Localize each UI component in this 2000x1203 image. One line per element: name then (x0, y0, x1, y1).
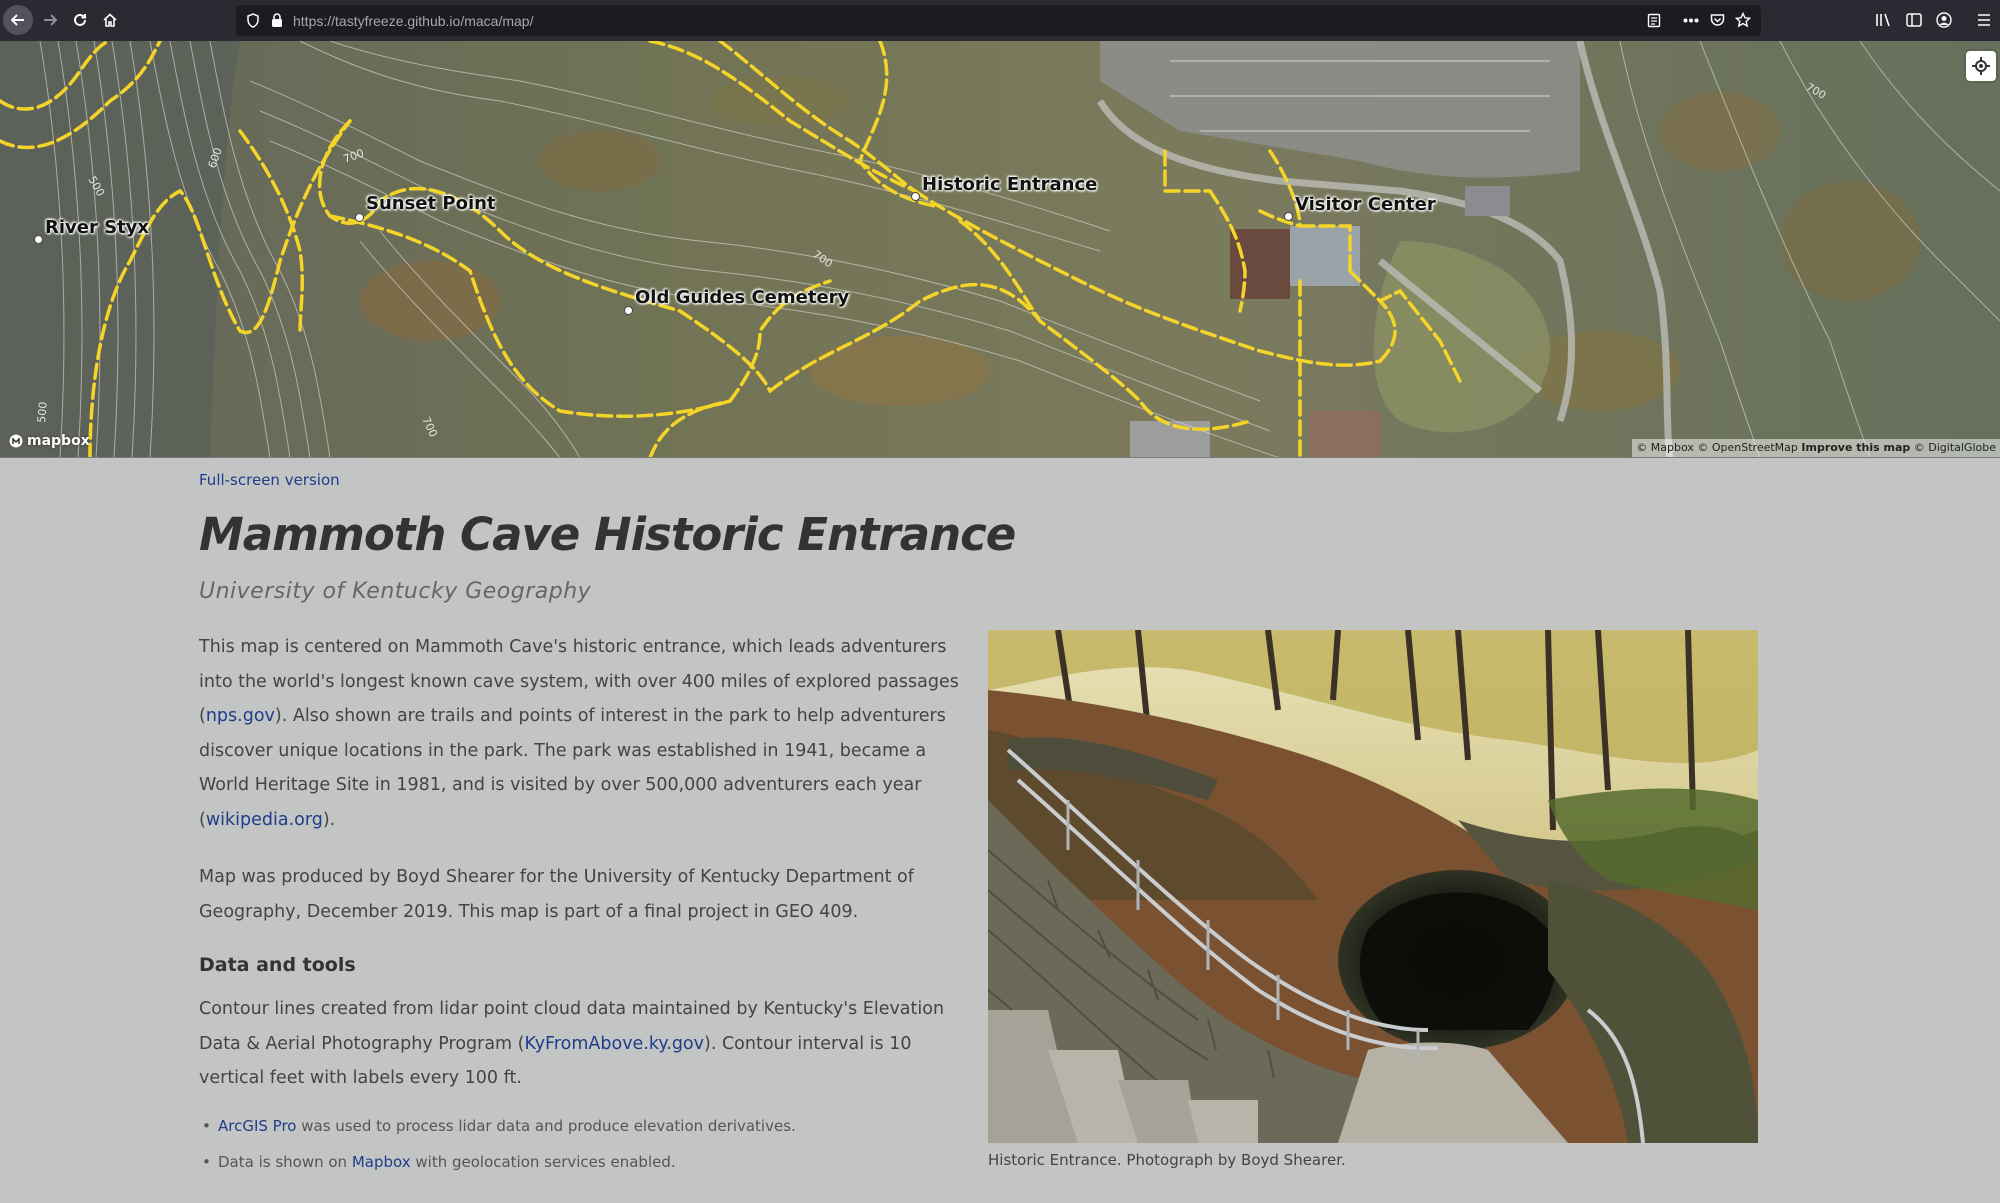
data-tools-heading: Data and tools (199, 954, 356, 976)
mapbox-logo[interactable]: mapbox (8, 433, 90, 449)
attribution-globe-link[interactable]: © DigitalGlobe (1914, 441, 1996, 454)
url-host: https://tastyfreeze.github.io (293, 13, 461, 29)
lock-icon (272, 13, 282, 27)
intro-text: ). (322, 809, 336, 830)
map-view[interactable]: 600 500 700 700 500 700 700 River Styx S… (0, 41, 2000, 458)
arrow-left-icon (10, 14, 24, 26)
arrow-right-icon (44, 14, 58, 26)
historic-entrance-photo (988, 630, 1758, 1143)
poi-marker[interactable] (911, 192, 920, 201)
poi-label-visitor-center[interactable]: Visitor Center (1295, 194, 1436, 215)
fullscreen-link[interactable]: Full-screen version (199, 471, 340, 489)
home-icon (103, 13, 117, 27)
tools-list: ArcGIS Pro was used to process lidar dat… (199, 1108, 974, 1180)
attribution-mapbox-link[interactable]: © Mapbox (1636, 441, 1694, 454)
url-text: https://tastyfreeze.github.io/maca/map/ (293, 13, 533, 29)
contour-label: 500 (35, 401, 50, 423)
mapbox-logo-icon (8, 433, 24, 449)
list-item: ArcGIS Pro was used to process lidar dat… (199, 1108, 974, 1144)
bookmark-star-icon[interactable] (1735, 12, 1751, 28)
reader-view-icon[interactable] (1647, 13, 1661, 28)
poi-label-historic-entrance[interactable]: Historic Entrance (922, 174, 1097, 195)
poi-label-sunset-point[interactable]: Sunset Point (366, 193, 496, 214)
back-button[interactable] (3, 5, 33, 35)
list-item-text: Data is shown on (218, 1152, 352, 1171)
poi-marker[interactable] (34, 235, 43, 244)
wikipedia-link[interactable]: wikipedia.org (206, 810, 323, 830)
account-icon[interactable] (1936, 12, 1952, 28)
map-attribution: © Mapbox © OpenStreetMap Improve this ma… (1632, 439, 2000, 457)
attribution-osm-link[interactable]: © OpenStreetMap (1697, 441, 1798, 454)
poi-marker[interactable] (1284, 212, 1293, 221)
reload-button[interactable] (65, 5, 95, 35)
poi-marker[interactable] (624, 306, 633, 315)
list-item: Data is shown on Mapbox with geolocation… (199, 1144, 974, 1180)
arcgis-link[interactable]: ArcGIS Pro (218, 1117, 296, 1135)
kyfromabove-link[interactable]: KyFromAbove.ky.gov (525, 1034, 705, 1054)
more-actions-icon[interactable] (1683, 18, 1699, 23)
forward-button[interactable] (35, 5, 65, 35)
photo-figure: Historic Entrance. Photograph by Boyd Sh… (988, 630, 1758, 1169)
home-button[interactable] (95, 5, 125, 35)
poi-label-old-guides-cemetery[interactable]: Old Guides Cemetery (635, 287, 849, 308)
nps-link[interactable]: nps.gov (206, 706, 275, 726)
url-path: /maca/map/ (460, 13, 534, 29)
poi-marker[interactable] (355, 213, 364, 222)
geolocate-icon (1972, 57, 1990, 75)
library-icon[interactable] (1875, 12, 1893, 28)
mapbox-logo-text: mapbox (27, 433, 90, 449)
geolocate-button[interactable] (1966, 51, 1996, 81)
list-item-text: was used to process lidar data and produ… (296, 1116, 796, 1135)
sidebar-icon[interactable] (1906, 13, 1922, 27)
photo-caption: Historic Entrance. Photograph by Boyd Sh… (988, 1151, 1346, 1169)
page-title: Mammoth Cave Historic Entrance (199, 508, 1016, 561)
browser-toolbar: https://tastyfreeze.github.io/maca/map/ (0, 0, 2000, 41)
menu-icon[interactable] (1976, 13, 1992, 27)
list-item-text: with geolocation services enabled. (410, 1152, 676, 1171)
text-column: This map is centered on Mammoth Cave's h… (199, 630, 974, 1180)
address-bar[interactable]: https://tastyfreeze.github.io/maca/map/ (236, 5, 1761, 36)
mapbox-link[interactable]: Mapbox (352, 1153, 411, 1171)
shield-icon (247, 13, 259, 28)
credit-paragraph: Map was produced by Boyd Shearer for the… (199, 867, 914, 922)
pocket-icon[interactable] (1710, 13, 1725, 27)
intro-paragraph: This map is centered on Mammoth Cave's h… (199, 630, 974, 837)
contour-paragraph: Contour lines created from lidar point c… (199, 992, 974, 1096)
poi-label-river-styx[interactable]: River Styx (45, 217, 149, 238)
map-canvas[interactable]: 600 500 700 700 500 700 700 (0, 41, 2000, 458)
reload-icon (74, 13, 86, 26)
page-subtitle: University of Kentucky Geography (199, 579, 592, 604)
improve-map-link[interactable]: Improve this map (1801, 441, 1910, 454)
